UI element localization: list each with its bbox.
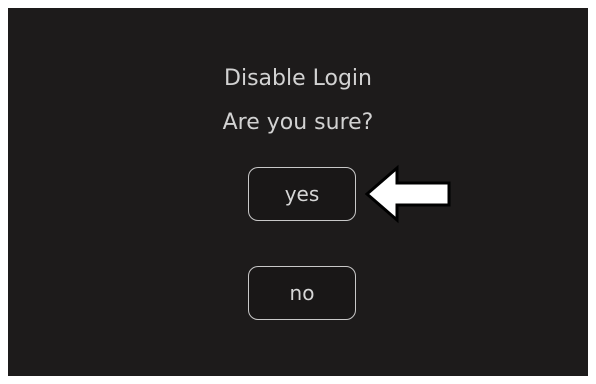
yes-button-label: yes [284,182,320,206]
confirmation-screen: Disable Login Are you sure? yes no [8,8,588,376]
dialog-question: Are you sure? [222,110,374,135]
left-arrow-icon [364,164,451,224]
dialog-title: Disable Login [224,66,372,91]
no-button[interactable]: no [248,266,356,320]
no-button-label: no [289,281,315,305]
yes-button[interactable]: yes [248,167,356,221]
